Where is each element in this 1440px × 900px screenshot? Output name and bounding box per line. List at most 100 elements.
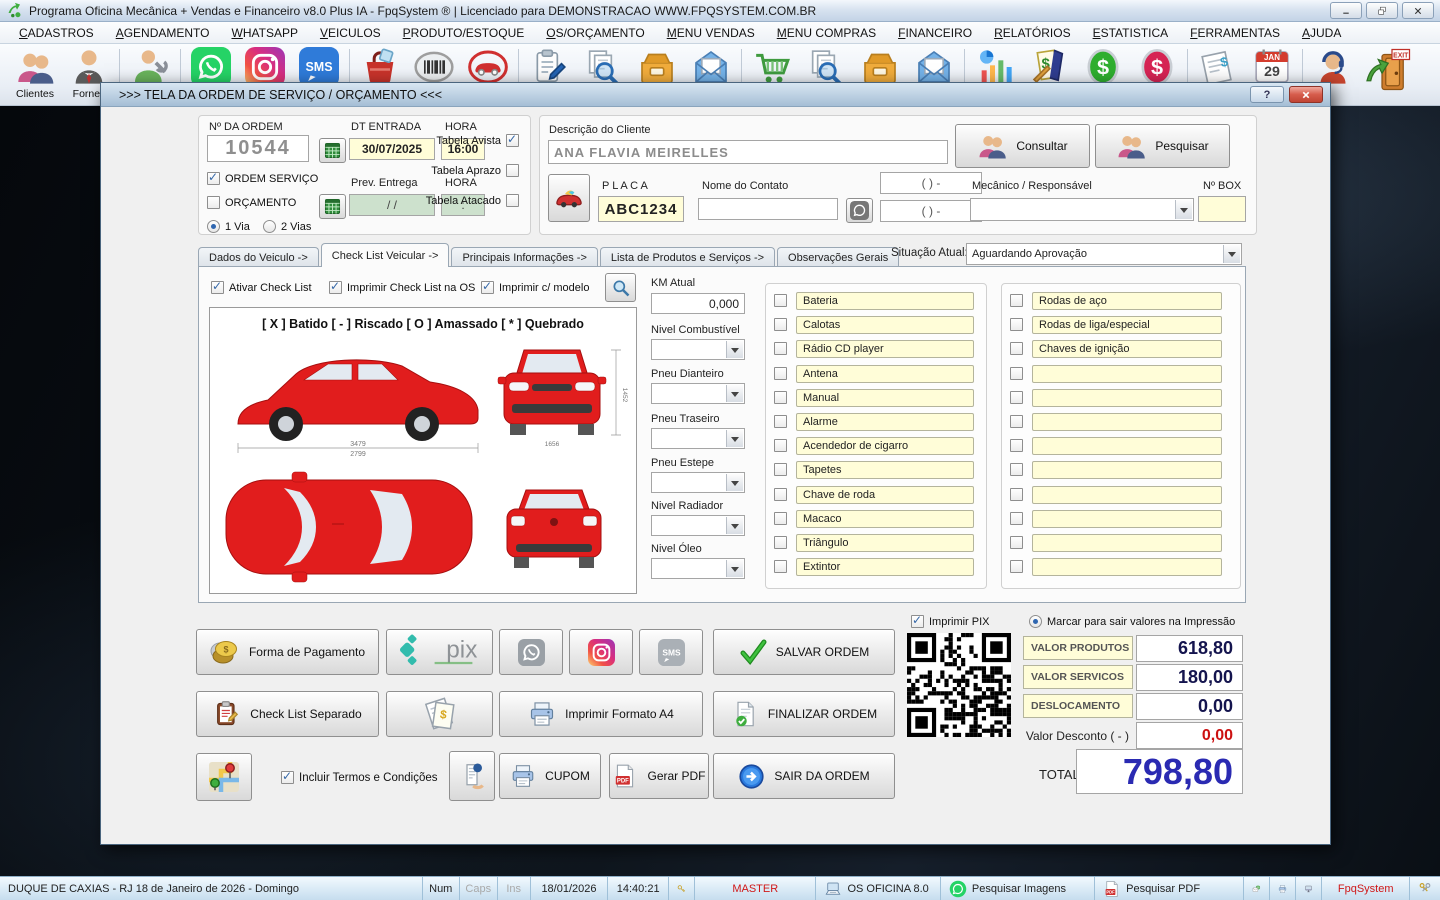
checklist-item-field[interactable]: Calotas — [796, 316, 974, 334]
order-number-field[interactable]: 10544 — [207, 135, 309, 162]
toolbar-button-invoice[interactable]: $ — [1191, 47, 1245, 87]
checklist-item-field[interactable]: Macaco — [796, 510, 974, 528]
checklist-item-field[interactable]: Extintor — [796, 558, 974, 576]
checklist-checkbox[interactable] — [1010, 318, 1023, 331]
toolbar-button-mail-open[interactable] — [907, 47, 961, 87]
checklist-checkbox[interactable] — [1010, 391, 1023, 404]
menu-item-ajuda[interactable]: AJUDA — [1291, 26, 1352, 40]
toolbar-button-mechanic[interactable] — [123, 47, 177, 87]
status-monitor[interactable] — [1296, 877, 1322, 900]
ordem-servico-checkbox[interactable]: ORDEM SERVIÇO — [207, 172, 318, 185]
toolbar-button-work-order[interactable] — [522, 47, 576, 87]
checklist-checkbox[interactable] — [774, 512, 787, 525]
checklist-item-field[interactable]: Antena — [796, 365, 974, 383]
dialog-close-button[interactable] — [1289, 86, 1323, 103]
toolbar-button-barcode[interactable] — [407, 47, 461, 87]
consultar-button[interactable]: Consultar — [955, 124, 1090, 168]
menu-item-estatistica[interactable]: ESTATISTICA — [1082, 26, 1180, 40]
checklist-item-field[interactable]: Triângulo — [796, 534, 974, 552]
receipts-button[interactable]: $ — [386, 691, 493, 737]
toolbar-button-vehicle[interactable] — [461, 47, 515, 87]
menu-item-menu-vendas[interactable]: MENU VENDAS — [656, 26, 766, 40]
checklist-checkbox[interactable] — [1010, 536, 1023, 549]
checklist-item-field[interactable]: Alarme — [796, 413, 974, 431]
checklist-checkbox[interactable] — [774, 560, 787, 573]
checklist-checkbox[interactable] — [774, 536, 787, 549]
menu-item-veiculos[interactable]: VEICULOS — [309, 26, 392, 40]
tabela-aprazo-checkbox[interactable]: Tabela Aprazo — [417, 164, 519, 177]
level-select-3[interactable] — [651, 472, 745, 493]
menu-item-relat-rios[interactable]: RELATÓRIOS — [983, 26, 1081, 40]
menu-item-ferramentas[interactable]: FERRAMENTAS — [1179, 26, 1291, 40]
toolbar-button-exit[interactable]: EXIT — [1360, 47, 1414, 97]
checklist-checkbox[interactable] — [774, 463, 787, 476]
checklist-checkbox[interactable] — [1010, 439, 1023, 452]
forma-pagamento-button[interactable]: $Forma de Pagamento — [196, 629, 379, 675]
whatsapp-contact-button[interactable] — [846, 198, 873, 223]
level-select-1[interactable] — [651, 383, 745, 404]
map-button[interactable] — [196, 753, 252, 801]
status-mail[interactable] — [1244, 877, 1270, 900]
toolbar-button-whatsapp[interactable] — [184, 47, 238, 87]
via2-radio[interactable]: 2 Vias — [263, 220, 311, 233]
toolbar-button-ledger[interactable]: $ — [1022, 47, 1076, 87]
search-model-button[interactable] — [605, 273, 636, 302]
checklist-checkbox[interactable] — [1010, 512, 1023, 525]
checklist-item-field[interactable]: Chave de roda — [796, 486, 974, 504]
toolbar-button-support[interactable] — [1306, 47, 1360, 87]
toolbar-button-stats[interactable] — [968, 47, 1022, 87]
level-select-2[interactable] — [651, 428, 745, 449]
checklist-item-field[interactable]: Rodas de aço — [1032, 292, 1222, 310]
close-button[interactable] — [1402, 2, 1434, 19]
toolbar-button-calendar[interactable]: JAN29 — [1245, 47, 1299, 87]
menu-item-whatsapp[interactable]: WHATSAPP — [221, 26, 309, 40]
menu-item-os-or-amento[interactable]: OS/ORÇAMENTO — [535, 26, 655, 40]
dialog-help-button[interactable]: ? — [1250, 86, 1284, 103]
checklist-checkbox[interactable] — [1010, 342, 1023, 355]
checklist-item-field[interactable] — [1032, 486, 1222, 504]
km-field[interactable]: 0,000 — [651, 293, 745, 314]
tabela-avista-checkbox[interactable]: Tabela Avista — [417, 134, 519, 147]
client-name-field[interactable]: ANA FLAVIA MEIRELLES — [548, 140, 948, 164]
pesquisar-button[interactable]: Pesquisar — [1095, 124, 1230, 168]
checklist-item-field[interactable]: Acendedor de cigarro — [796, 437, 974, 455]
menu-item-cadastros[interactable]: CADASTROS — [8, 26, 105, 40]
toolbar-button-archive[interactable] — [630, 47, 684, 87]
toolbar-button-mail-open[interactable] — [684, 47, 738, 87]
checklist-item-field[interactable] — [1032, 534, 1222, 552]
checklist-checkbox[interactable] — [1010, 560, 1023, 573]
toolbar-button-money-red[interactable]: $ — [1130, 47, 1184, 87]
instagram-button[interactable] — [569, 629, 633, 675]
toolbar-button-search-docs[interactable] — [799, 47, 853, 87]
phone2-field[interactable]: ( ) - — [880, 200, 982, 222]
orcamento-checkbox[interactable]: ORÇAMENTO — [207, 196, 296, 209]
salvar-ordem-button[interactable]: SALVAR ORDEM — [713, 629, 895, 675]
ativar-checklist-checkbox[interactable]: Ativar Check List — [211, 281, 312, 294]
vehicle-button[interactable] — [548, 174, 590, 222]
plate-field[interactable]: ABC1234 — [598, 196, 684, 222]
checklist-checkbox[interactable] — [774, 439, 787, 452]
calendar-entry-button[interactable] — [319, 138, 346, 163]
tab-0[interactable]: Dados do Veiculo -> — [198, 247, 319, 267]
imprimir-checklist-os-checkbox[interactable]: Imprimir Check List na OS — [329, 281, 475, 294]
tab-3[interactable]: Lista de Produtos e Serviços -> — [600, 247, 775, 267]
total-row-value[interactable]: 180,00 — [1136, 664, 1243, 691]
level-select-0[interactable] — [651, 339, 745, 360]
checklist-item-field[interactable] — [1032, 413, 1222, 431]
receipt-hand-button[interactable] — [449, 751, 495, 801]
checklist-checkbox[interactable] — [1010, 488, 1023, 501]
checklist-item-field[interactable] — [1032, 510, 1222, 528]
checklist-checkbox[interactable] — [774, 488, 787, 501]
checklist-item-field[interactable] — [1032, 461, 1222, 479]
checklist-item-field[interactable] — [1032, 389, 1222, 407]
checklist-checkbox[interactable] — [774, 391, 787, 404]
checklist-item-field[interactable] — [1032, 558, 1222, 576]
menu-item-menu-compras[interactable]: MENU COMPRAS — [766, 26, 887, 40]
gerar-pdf-button[interactable]: PDFGerar PDF — [609, 753, 709, 799]
tab-4[interactable]: Observações Gerais — [777, 247, 899, 267]
via1-radio[interactable]: 1 Via — [207, 220, 250, 233]
mechanic-select[interactable] — [970, 198, 1194, 221]
checklist-item-field[interactable] — [1032, 437, 1222, 455]
total-row-value[interactable]: 618,80 — [1136, 635, 1243, 662]
checklist-item-field[interactable] — [1032, 365, 1222, 383]
